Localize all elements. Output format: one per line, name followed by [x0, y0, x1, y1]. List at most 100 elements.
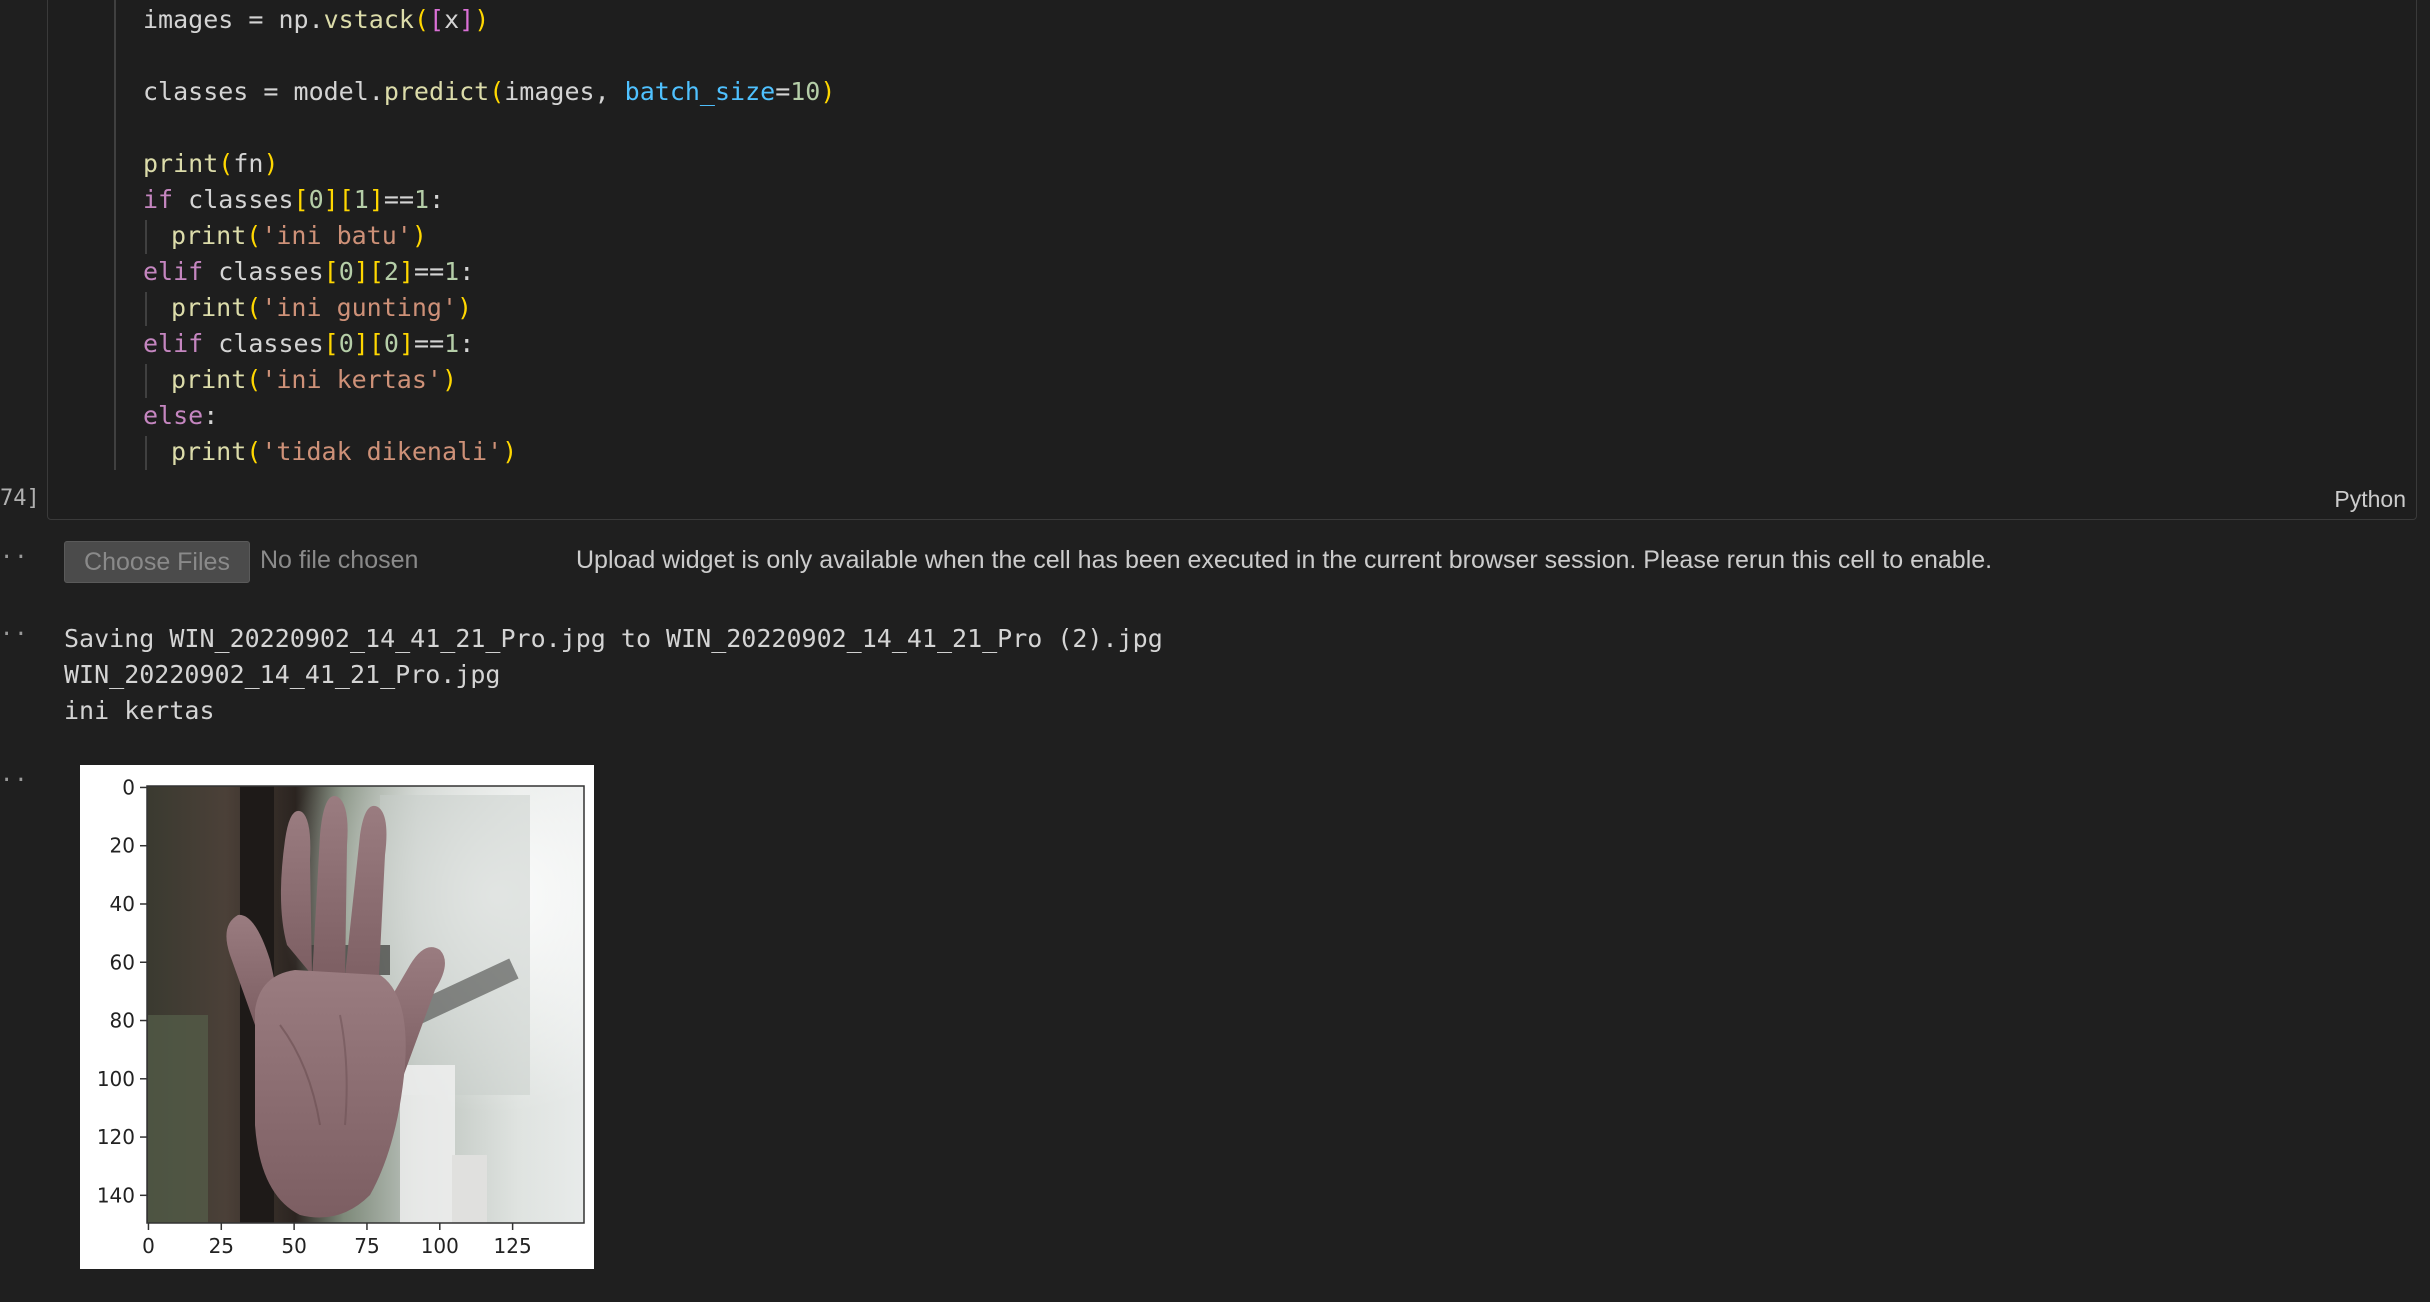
- upload-unavailable-message: Upload widget is only available when the…: [576, 546, 1993, 574]
- code-token: images,: [504, 77, 625, 106]
- code-token: ==: [414, 329, 445, 358]
- y-tick-label: 40: [110, 892, 135, 916]
- code-token: (: [246, 437, 262, 466]
- language-selector[interactable]: Python: [2334, 486, 2406, 513]
- code-line: print('ini gunting'): [171, 290, 472, 326]
- code-token: (: [413, 5, 429, 34]
- x-tick-label: 100: [421, 1234, 459, 1258]
- code-token: 10: [790, 77, 821, 106]
- code-token: [: [368, 329, 384, 358]
- code-token: x: [444, 5, 460, 34]
- x-tick-label: 50: [281, 1234, 306, 1258]
- y-tick-label: 20: [110, 834, 135, 858]
- code-line: print('ini batu'): [171, 218, 427, 254]
- code-token: ==: [414, 257, 445, 286]
- code-token: 0: [308, 185, 324, 214]
- imshow-plot: 0 20 40 60 80 100 120 140 0 25 50 75 100 125: [97, 775, 585, 1258]
- code-token: 0: [338, 329, 354, 358]
- code-line: elif classes[0][2]==1:: [143, 254, 474, 290]
- code-token: [: [323, 257, 339, 286]
- code-token: predict: [383, 77, 490, 106]
- output-menu-icon[interactable]: ··: [0, 545, 28, 570]
- code-token: 'tidak dikenali': [261, 437, 503, 466]
- code-token: 'ini batu': [261, 221, 412, 250]
- y-tick-label: 120: [97, 1125, 135, 1149]
- code-token: 0: [383, 329, 399, 358]
- stdout-line: WIN_20220902_14_41_21_Pro.jpg: [64, 660, 501, 689]
- code-token: ): [411, 221, 427, 250]
- code-token: vstack: [323, 5, 414, 34]
- code-token: classes: [203, 329, 324, 358]
- execution-count: 74]: [0, 486, 40, 511]
- code-token: (: [246, 293, 262, 322]
- code-token: 'ini kertas': [261, 365, 442, 394]
- code-token: print: [171, 221, 247, 250]
- code-token: elif: [143, 329, 204, 358]
- code-token: 1: [353, 185, 369, 214]
- code-token: batch_size: [624, 77, 776, 106]
- code-token: print: [143, 149, 219, 178]
- code-token: [: [293, 185, 309, 214]
- code-token: :: [459, 329, 475, 358]
- code-token: if: [143, 185, 174, 214]
- code-token: 0: [338, 257, 354, 286]
- output-menu-icon[interactable]: ··: [0, 622, 28, 647]
- code-token: [: [323, 329, 339, 358]
- code-token: ): [441, 365, 458, 394]
- code-token: print: [171, 365, 247, 394]
- indent-guide: [145, 220, 147, 254]
- code-token: classes: [173, 185, 294, 214]
- code-token: ]: [398, 329, 415, 358]
- code-token: [: [368, 257, 384, 286]
- code-token: print: [171, 437, 247, 466]
- code-token: classes = model.: [143, 77, 384, 106]
- x-tick-label: 75: [354, 1234, 379, 1258]
- y-tick-label: 140: [97, 1183, 135, 1207]
- code-token: ): [502, 437, 518, 466]
- code-token: =: [775, 77, 791, 106]
- code-token: 1: [414, 185, 430, 214]
- x-axis: 0 25 50 75 100 125: [142, 1223, 532, 1258]
- choose-files-button[interactable]: Choose Files: [64, 541, 250, 583]
- indent-guide: [145, 292, 147, 326]
- code-token: (: [246, 221, 262, 250]
- code-token: 'ini gunting': [261, 293, 457, 322]
- code-token: [: [338, 185, 354, 214]
- code-token: 1: [444, 257, 460, 286]
- code-token: (: [489, 77, 505, 106]
- code-token: ]: [459, 5, 475, 34]
- y-tick-label: 60: [110, 950, 135, 974]
- code-line: print('ini kertas'): [171, 362, 457, 398]
- code-token: ): [457, 293, 473, 322]
- code-token: ]: [398, 257, 415, 286]
- code-token: 1: [444, 329, 460, 358]
- code-line: if classes[0][1]==1:: [143, 182, 444, 218]
- code-token: (: [246, 365, 262, 394]
- code-token: 2: [383, 257, 399, 286]
- output-menu-icon[interactable]: ··: [0, 768, 28, 793]
- code-token: ): [263, 149, 279, 178]
- code-token: ]: [368, 185, 384, 214]
- stdout-line: Saving WIN_20220902_14_41_21_Pro.jpg to …: [64, 624, 1163, 653]
- photo-image: [147, 786, 584, 1223]
- code-token: :: [429, 185, 445, 214]
- code-token: ): [820, 77, 836, 106]
- indent-guide: [145, 364, 147, 398]
- code-token: elif: [143, 257, 204, 286]
- code-token: (: [218, 149, 234, 178]
- y-tick-label: 0: [122, 775, 135, 799]
- code-token: classes: [203, 257, 324, 286]
- code-line: print(fn): [143, 146, 279, 182]
- code-token: ): [474, 5, 490, 34]
- y-tick-label: 80: [110, 1009, 135, 1033]
- code-line: elif classes[0][0]==1:: [143, 326, 474, 362]
- x-tick-label: 25: [209, 1234, 234, 1258]
- code-token: ==: [383, 185, 415, 214]
- y-axis: 0 20 40 60 80 100 120 140: [97, 775, 147, 1207]
- y-tick-label: 100: [97, 1067, 135, 1091]
- stdout-line: ini kertas: [64, 696, 215, 725]
- code-line: classes = model.predict(images, batch_si…: [143, 74, 835, 110]
- no-file-label: No file chosen: [260, 546, 419, 574]
- indent-guide: [114, 0, 116, 470]
- code-token: print: [171, 293, 247, 322]
